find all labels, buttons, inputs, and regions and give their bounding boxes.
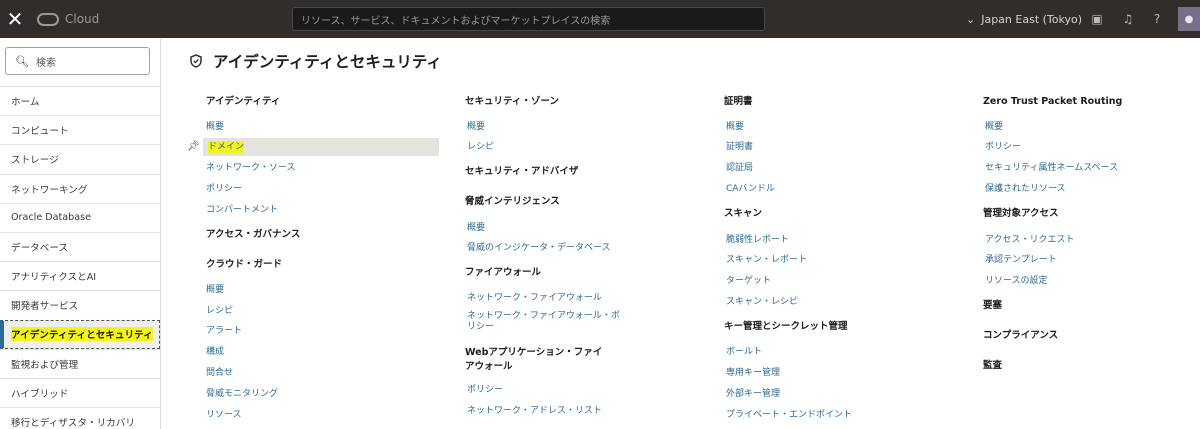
oracle-logo-icon [37,12,59,26]
region-selector[interactable]: ⌄ Japan East (Tokyo) [966,0,1082,38]
link-targets[interactable]: ターゲット [726,275,771,288]
link-security-zones-overview[interactable]: 概要 [467,121,485,134]
close-icon[interactable]: ✕ [0,0,30,38]
link-configuration[interactable]: 構成 [206,346,224,359]
sidebar-item-oracle-database[interactable]: Oracle Database [0,202,160,232]
sidebar-item-compute[interactable]: コンピュート [0,115,160,144]
global-search-placeholder: リソース、サービス、ドキュメントおよびマーケットプレイスの検索 [301,15,611,27]
link-policies[interactable]: ポリシー [206,183,242,196]
shield-icon [190,54,203,69]
region-label: Japan East (Tokyo) [981,12,1083,26]
search-icon: 🔍︎ [15,54,29,68]
link-vulnerability-reports[interactable]: 脆弱性レポート [726,234,789,247]
navigation-sidebar: 🔍︎ 検索 ホーム コンピュート ストレージ ネットワーキング Oracle D… [0,38,161,429]
link-vault[interactable]: ボールト [726,346,762,359]
link-dedicated-key-management[interactable]: 専用キー管理 [726,367,780,380]
page-title-text: アイデンティティとセキュリティ [213,53,442,71]
sidebar-search-placeholder: 検索 [35,57,56,69]
link-identity-overview[interactable]: 概要 [206,121,224,134]
sidebar-item-home[interactable]: ホーム [0,86,160,115]
sidebar-item-observability[interactable]: 監視および管理 [0,348,160,378]
link-resources[interactable]: リソース [206,409,242,422]
cloud-shell-icon[interactable]: ▣ [1089,11,1105,27]
bell-icon[interactable]: ♫ [1120,11,1136,27]
link-network-address-lists[interactable]: ネットワーク・アドレス・リスト [467,405,602,418]
sidebar-search-input[interactable]: 🔍︎ 検索 [5,47,150,75]
link-access-requests[interactable]: アクセス・リクエスト [985,234,1075,247]
link-cloud-guard-overview[interactable]: 概要 [206,284,224,297]
link-certificates-overview[interactable]: 概要 [726,121,744,134]
logo-text: Cloud [65,12,100,26]
heading-firewall: ファイアウォール [465,267,542,278]
link-security-zones-recipes[interactable]: レシピ [467,141,494,154]
page-title: アイデンティティとセキュリティ [190,50,442,72]
oracle-cloud-logo[interactable]: Cloud [37,0,99,38]
heading-identity: アイデンティティ [206,96,281,107]
heading-key-secret-management: キー管理とシークレット管理 [724,321,848,332]
link-domains-label: ドメイン [208,140,245,154]
link-zpr-policies[interactable]: ポリシー [985,141,1021,154]
link-protected-resources[interactable]: 保護されたリソース [985,183,1066,196]
link-compartments[interactable]: コンパートメント [206,204,278,217]
heading-bastion[interactable]: 要塞 [983,299,1002,313]
global-search-input[interactable]: リソース、サービス、ドキュメントおよびマーケットプレイスの検索 [292,7,765,31]
sidebar-item-migration[interactable]: 移行とディザスタ・リカバリ [0,407,160,429]
user-avatar-icon[interactable]: ● [1178,7,1200,31]
heading-security-zones: セキュリティ・ゾーン [465,96,559,107]
sidebar-item-analytics-ai[interactable]: アナリティクスとAI [0,261,160,290]
link-certificates[interactable]: 証明書 [726,141,753,154]
link-security-attribute-namespaces[interactable]: セキュリティ属性ネームスペース [985,162,1118,175]
link-approval-templates[interactable]: 承認テンプレート [985,254,1057,267]
sidebar-item-storage[interactable]: ストレージ [0,144,160,173]
link-network-firewall[interactable]: ネットワーク・ファイアウォール [467,292,602,305]
heading-compliance[interactable]: コンプライアンス [983,329,1058,343]
sidebar-menu: ホーム コンピュート ストレージ ネットワーキング Oracle Databas… [0,86,160,429]
link-scan-reports[interactable]: スキャン・レポート [726,254,807,267]
link-certificate-authorities[interactable]: 認証局 [726,162,753,175]
chevron-down-icon: ⌄ [966,12,976,26]
heading-certificates: 証明書 [724,96,753,107]
link-alerts[interactable]: アラート [206,325,242,338]
link-network-firewall-policies[interactable]: ネットワーク・ファイアウォール・ポリシー [467,311,627,333]
link-waf-policies[interactable]: ポリシー [467,384,503,397]
heading-waf: Webアプリケーション・ファイアウォール [465,347,603,372]
sidebar-item-databases[interactable]: データベース [0,231,160,261]
link-cloud-guard-recipes[interactable]: レシピ [206,305,233,318]
help-icon[interactable]: ? [1149,11,1165,27]
link-threat-indicator-database[interactable]: 脅威のインジケータ・データベース [467,242,611,255]
link-threat-monitoring[interactable]: 脅威モニタリング [206,388,278,401]
link-scan-recipes[interactable]: スキャン・レシピ [726,296,798,309]
heading-cloud-guard: クラウド・ガード [206,259,283,270]
sidebar-item-developer-services[interactable]: 開発者サービス [0,290,160,319]
link-domains[interactable]: 📌︎ ドメイン [187,138,439,156]
heading-scanning: スキャン [724,208,763,219]
heading-security-advisor[interactable]: セキュリティ・アドバイザ [465,165,578,179]
heading-audit[interactable]: 監査 [983,359,1002,373]
heading-zero-trust-packet-routing: Zero Trust Packet Routing [983,96,1123,107]
heading-managed-access: 管理対象アクセス [983,208,1059,219]
heading-access-governance[interactable]: アクセス・ガバナンス [206,228,300,242]
heading-threat-intelligence: 脅威インテリジェンス [465,196,560,207]
link-queries[interactable]: 問合せ [206,367,233,380]
sidebar-item-hybrid[interactable]: ハイブリッド [0,377,160,407]
sidebar-item-identity-security[interactable]: アイデンティティとセキュリティ [0,319,160,349]
link-private-endpoints[interactable]: プライベート・エンドポイント [726,409,852,422]
link-threat-intel-overview[interactable]: 概要 [467,222,485,235]
link-external-key-management[interactable]: 外部キー管理 [726,388,780,401]
sidebar-item-networking[interactable]: ネットワーキング [0,173,160,203]
top-bar: ✕ Cloud リソース、サービス、ドキュメントおよびマーケットプレイスの検索 … [0,0,1200,38]
sidebar-item-label: アイデンティティとセキュリティ [11,327,153,342]
link-network-sources[interactable]: ネットワーク・ソース [206,162,295,175]
link-ca-bundles[interactable]: CAバンドル [726,183,775,196]
link-resource-settings[interactable]: リソースの設定 [985,275,1048,288]
pin-icon[interactable]: 📌︎ [187,140,200,153]
link-zpr-overview[interactable]: 概要 [985,121,1003,134]
